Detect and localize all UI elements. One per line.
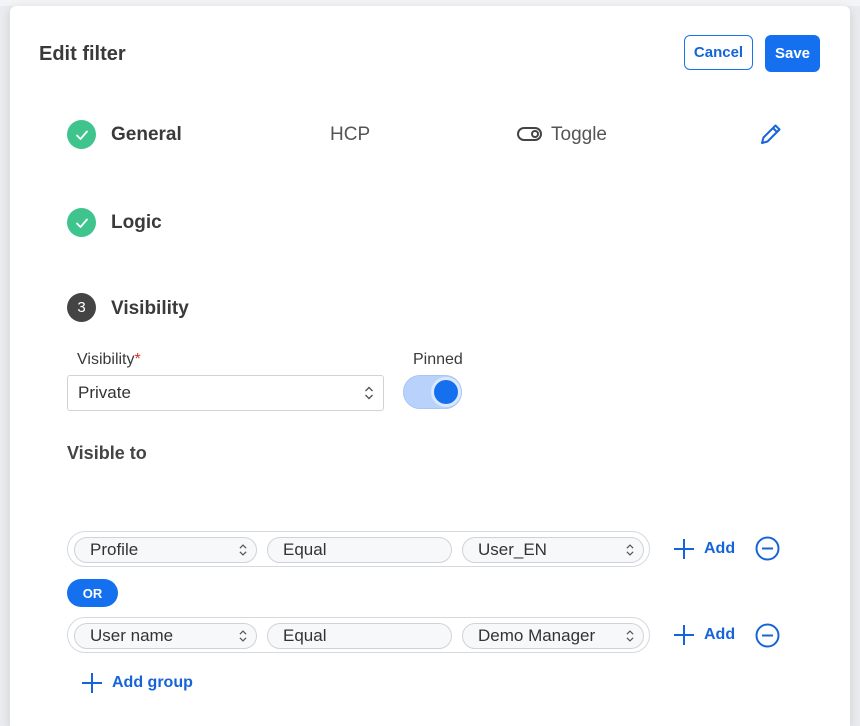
plus-icon <box>674 625 694 645</box>
add-rule-button[interactable]: Add <box>672 537 735 561</box>
add-group-label: Add group <box>112 674 193 691</box>
add-rule-label: Add <box>704 626 736 643</box>
pencil-icon[interactable] <box>758 121 784 147</box>
select-chevron-icon <box>239 544 247 556</box>
plus-icon <box>674 539 694 559</box>
rule-operator-field[interactable]: Equal <box>267 537 452 563</box>
rule-field-select[interactable]: User name <box>74 623 257 649</box>
visible-to-heading: Visible to <box>67 443 147 463</box>
select-chevron-icon <box>239 630 247 642</box>
toggle-icon <box>517 127 542 141</box>
visibility-step-number: 3 <box>67 293 96 322</box>
dialog-title: Edit filter <box>39 43 126 65</box>
remove-rule-icon[interactable] <box>755 536 780 561</box>
add-rule-label: Add <box>704 540 736 557</box>
remove-rule-icon[interactable] <box>755 623 780 648</box>
edit-filter-dialog: Edit filter Cancel Save General HCP Togg… <box>10 6 850 726</box>
plus-icon <box>82 673 102 693</box>
add-rule-button[interactable]: Add <box>672 623 735 647</box>
visibility-select[interactable]: Private <box>67 375 384 411</box>
general-step-check-icon <box>67 120 96 149</box>
rule-operator-field[interactable]: Equal <box>267 623 452 649</box>
select-chevron-icon <box>365 386 373 400</box>
select-chevron-icon <box>626 630 634 642</box>
rule-value-select[interactable]: Demo Manager <box>462 623 644 649</box>
rule-operator-value: Equal <box>283 540 327 559</box>
rule-row: Profile Equal User_EN <box>67 531 650 567</box>
save-button[interactable]: Save <box>765 35 820 72</box>
visibility-select-value: Private <box>78 383 131 402</box>
logic-step-check-icon <box>67 208 96 237</box>
visibility-label-text: Visibility <box>77 351 135 368</box>
rule-value-select[interactable]: User_EN <box>462 537 644 563</box>
pinned-label: Pinned <box>413 351 463 368</box>
rule-field-select[interactable]: Profile <box>74 537 257 563</box>
step-visibility-label: Visibility <box>111 298 189 319</box>
rule-operator-value: Equal <box>283 626 327 645</box>
add-group-button[interactable]: Add group <box>80 671 193 695</box>
required-asterisk: * <box>134 351 141 368</box>
visibility-field-label: Visibility* <box>77 351 141 369</box>
general-type-value: HCP <box>330 124 371 145</box>
rule-row: User name Equal Demo Manager <box>67 617 650 653</box>
rule-field-value: User name <box>90 626 174 645</box>
select-chevron-icon <box>626 544 634 556</box>
step-logic-label: Logic <box>111 212 162 233</box>
rule-field-value: Profile <box>90 540 139 559</box>
pinned-toggle[interactable] <box>403 375 462 409</box>
step-general-label: General <box>111 124 182 145</box>
pinned-toggle-knob <box>434 380 458 404</box>
rule-value-text: User_EN <box>478 540 547 559</box>
cancel-button[interactable]: Cancel <box>684 35 753 70</box>
rule-value-text: Demo Manager <box>478 626 596 645</box>
general-display-value: Toggle <box>551 124 607 145</box>
or-connector[interactable]: OR <box>67 579 118 607</box>
